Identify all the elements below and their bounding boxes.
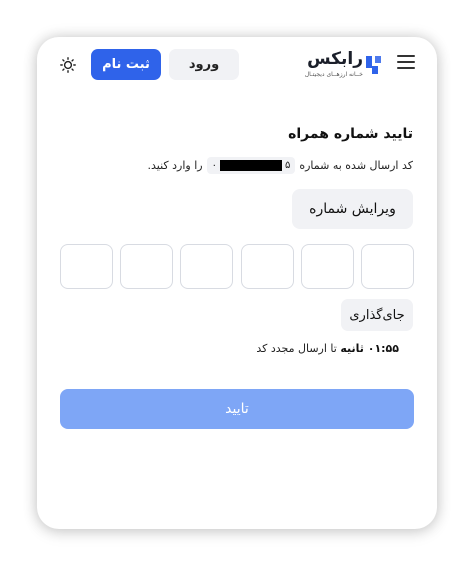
phone-end: ۵ bbox=[284, 160, 291, 171]
instruction-after: را وارد کنید. bbox=[147, 159, 203, 172]
confirm-button[interactable]: تایید bbox=[60, 389, 414, 429]
timer-suffix: تا ارسال مجدد کد bbox=[256, 342, 337, 355]
timer-value: ۰۱:۵۵ ثانیه bbox=[340, 342, 399, 355]
menu-button[interactable] bbox=[397, 55, 415, 69]
instruction-text: کد ارسال شده به شماره ۰ ۵ را وارد کنید. bbox=[147, 157, 413, 174]
logo-text: رابکس bbox=[307, 49, 363, 69]
otp-digit-input[interactable] bbox=[60, 244, 113, 289]
resend-timer: ۰۱:۵۵ ثانیه تا ارسال مجدد کد bbox=[256, 342, 399, 355]
page-title: تایید شماره همراه bbox=[288, 126, 413, 142]
login-button[interactable]: ورود bbox=[169, 49, 239, 80]
edit-number-button[interactable]: ویرایش شماره bbox=[292, 189, 413, 229]
theme-toggle-button[interactable] bbox=[57, 54, 79, 76]
otp-digit-input[interactable] bbox=[180, 244, 234, 289]
mobile-frame: ثبت نام ورود رابکس خــانه ارزهــای دیجیت… bbox=[37, 37, 437, 529]
otp-digit-input[interactable] bbox=[300, 244, 354, 289]
sun-icon bbox=[60, 57, 76, 73]
otp-digit-input[interactable] bbox=[120, 244, 174, 289]
header: ثبت نام ورود رابکس خــانه ارزهــای دیجیت… bbox=[37, 37, 437, 93]
phone-start: ۰ bbox=[211, 160, 217, 171]
register-button[interactable]: ثبت نام bbox=[91, 49, 161, 80]
logo[interactable]: رابکس خــانه ارزهــای دیجیتـال bbox=[289, 49, 385, 83]
paste-button[interactable]: جای‌گذاری bbox=[341, 299, 413, 331]
hamburger-menu-icon bbox=[397, 55, 415, 57]
phone-redaction bbox=[219, 160, 282, 171]
instruction-before: کد ارسال شده به شماره bbox=[299, 159, 413, 172]
phone-number-chip: ۰ ۵ bbox=[206, 157, 296, 174]
otp-inputs bbox=[60, 244, 414, 289]
logo-mark-icon bbox=[366, 56, 381, 74]
logo-tagline: خــانه ارزهــای دیجیتـال bbox=[304, 71, 363, 78]
otp-digit-input[interactable] bbox=[360, 244, 414, 289]
otp-digit-input[interactable] bbox=[240, 244, 294, 289]
